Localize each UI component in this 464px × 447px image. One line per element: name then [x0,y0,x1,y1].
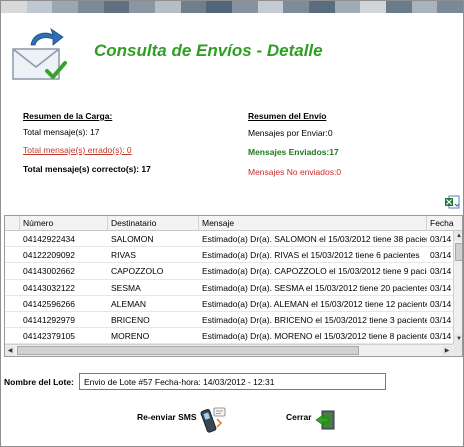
table-row[interactable]: 04141292979 BRICENO Estimado(a) Dr(a). BRI… [5,312,453,329]
lote-label: Nombre del Lote: [4,377,74,387]
table-row[interactable]: 04143002662 CAPOZZOLO Estimado(a) Dr(a). C… [5,263,453,280]
vertical-scroll-thumb[interactable] [455,243,462,261]
row-selector-header [5,216,20,231]
messages-grid: Número Destinatario Mensaje Fecha 041429… [4,215,463,357]
exit-door-icon[interactable] [314,409,336,431]
page-title: Consulta de Envíos - Detalle [94,41,323,60]
cell-mensaje: Estimado(a) Dr(a). SALOMON el 15/03/2012… [202,234,427,244]
envelope-forward-check-icon [12,28,67,80]
cell-destinatario: BRICENO [111,315,150,325]
cell-numero: 04142596266 [23,298,76,309]
cell-destinatario: SESMA [111,282,141,293]
cell-mensaje: Estimado(a) Dr(a). CAPOZZOLO el 15/03/20… [202,266,427,277]
mensajes-no-enviados-text: Mensajes No enviados:0 [248,167,342,177]
table-row[interactable]: 04122209092 RIVAS Estimado(a) Dr(a). RIVAS… [5,247,453,264]
table-row[interactable]: 04142922434 SALOMON Estimado(a) Dr(a). SAL… [5,231,453,248]
table-row[interactable]: 04142596266 ALEMAN Estimado(a) Dr(a). ALEM… [5,296,453,312]
resumen-envio-heading: Resumen del Envío [248,111,327,121]
resumen-carga-heading: Resumen de la Carga: [23,111,113,121]
cell-destinatario: RIVAS [111,250,136,261]
mensajes-errados-link[interactable]: Total mensaje(s) errado(s): 0 [23,145,132,155]
cerrar-label: Cerrar [286,412,312,422]
cell-numero: 04142922434 [23,234,76,244]
mensajes-enviados-text: Mensajes Enviados:17 [248,147,339,157]
cell-mensaje: Estimado(a) Dr(a). ALEMAN el 15/03/2012 … [202,298,427,309]
reenviar-sms-label: Re-enviar SMS [137,412,197,422]
cell-mensaje: Estimado(a) Dr(a). BRICENO el 15/03/2012… [202,315,427,325]
cerrar-button[interactable]: Cerrar [286,412,312,422]
total-mensajes-text: Total mensaje(s): 17 [23,127,100,137]
cell-mensaje: Estimado(a) Dr(a). SESMA el 15/03/2012 t… [202,282,427,293]
scroll-up-icon[interactable]: ▲ [454,231,462,241]
cell-numero: 04143002662 [23,266,76,277]
window-header-strip [1,1,464,13]
mensajes-por-enviar-text: Mensajes por Enviar:0 [248,128,333,138]
vertical-scrollbar[interactable]: ▲ ▼ [453,231,462,344]
cell-numero: 04142379105 [23,331,76,342]
horizontal-scrollbar[interactable]: ◀ ▶ [5,344,453,356]
table-row[interactable]: 04142379105 MORENO Estimado(a) Dr(a). MORE… [5,328,453,345]
table-row[interactable]: 04143032122 SESMA Estimado(a) Dr(a). SESMA… [5,280,453,296]
cell-numero: 04143032122 [23,282,76,293]
scroll-down-icon[interactable]: ▼ [454,334,462,344]
cell-destinatario: CAPOZZOLO [111,266,164,277]
lote-name-field[interactable] [79,373,386,390]
scroll-right-icon[interactable]: ▶ [442,346,452,356]
mensajes-correctos-text: Total mensaje(s) correcto(s): 17 [23,164,151,174]
cell-destinatario: ALEMAN [111,298,146,309]
cell-numero: 04122209092 [23,250,76,261]
scroll-left-icon[interactable]: ◀ [5,346,15,356]
column-header-fecha[interactable]: Fecha [427,216,462,231]
scrollbar-corner [453,344,462,356]
reenviar-sms-button[interactable]: Re-enviar SMS [137,412,197,422]
cell-mensaje: Estimado(a) Dr(a). MORENO el 15/03/2012 … [202,331,427,342]
cell-destinatario: MORENO [111,331,150,342]
column-header-mensaje[interactable]: Mensaje [199,216,427,231]
cell-destinatario: SALOMON [111,234,154,244]
horizontal-scroll-thumb[interactable] [17,346,359,355]
cell-mensaje: Estimado(a) Dr(a). RIVAS el 15/03/2012 t… [202,250,420,261]
grid-header: Número Destinatario Mensaje Fecha [5,216,462,231]
mobile-phone-sms-icon[interactable] [200,406,226,436]
detail-window: Consulta de Envíos - Detalle Resumen de … [0,0,464,447]
excel-export-icon[interactable] [444,195,460,209]
column-header-destinatario[interactable]: Destinatario [108,216,199,231]
column-header-numero[interactable]: Número [20,216,108,231]
cell-numero: 04141292979 [23,315,76,325]
